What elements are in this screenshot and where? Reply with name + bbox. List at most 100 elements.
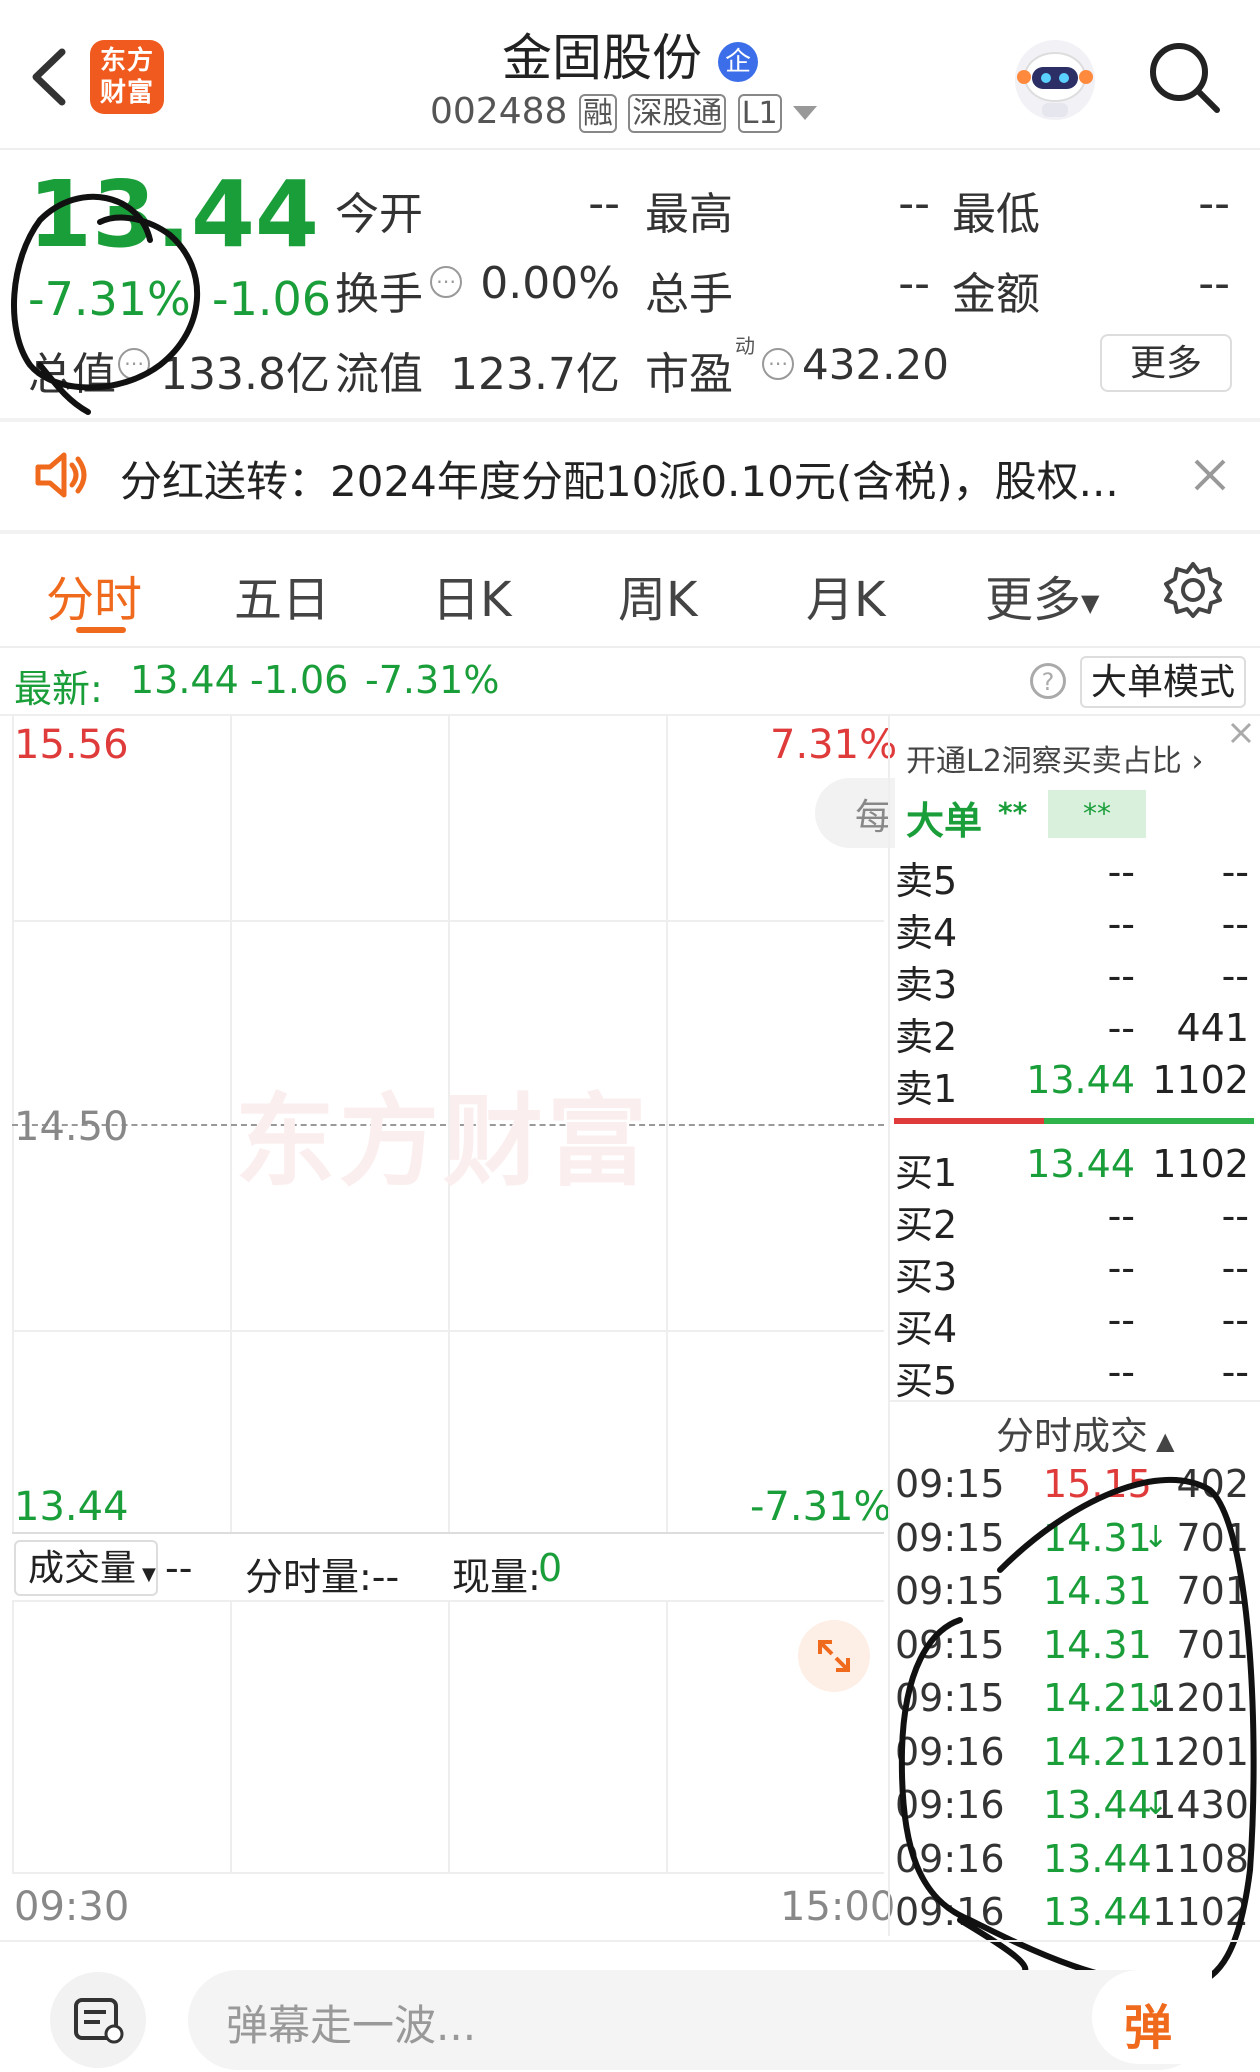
bid-label: 买4 [895, 1307, 958, 1351]
caret-down-icon: ▼ [1081, 589, 1100, 617]
ask-price: -- [1107, 902, 1135, 946]
ask-label: 卖2 [895, 1015, 958, 1059]
chevron-right-icon: › [1181, 744, 1204, 779]
tab-weekly-k[interactable]: 周K [618, 560, 697, 630]
danmu-placeholder: 弹幕走一波... [226, 2001, 477, 2050]
ask-volume: 1102 [1152, 1058, 1249, 1102]
danmu-input[interactable]: 弹幕走一波... [188, 1970, 1208, 2070]
low-label: 最低 [952, 189, 1040, 240]
float-value: 123.7亿 [450, 349, 620, 400]
close-promo-icon[interactable] [1226, 718, 1256, 748]
back-icon[interactable] [22, 42, 82, 112]
close-notice-icon[interactable] [1190, 455, 1230, 495]
ask-price: 13.44 [1026, 1058, 1135, 1102]
turnover-label: 换手 [335, 269, 423, 320]
expand-icon[interactable] [798, 1620, 870, 1692]
l2-promo-text: 开通L2洞察买卖占比 [906, 744, 1182, 779]
tab-more-label: 更多 [985, 572, 1082, 628]
speaker-icon [30, 445, 90, 505]
bid-price: -- [1107, 1246, 1135, 1290]
bid-volume: -- [1221, 1298, 1249, 1342]
pe-info-icon[interactable]: ⋯ [762, 348, 794, 380]
current-volume-value: 0 [538, 1546, 563, 1590]
tab-daily-k[interactable]: 日K [432, 560, 511, 630]
ask-row: 卖5 -- -- [895, 850, 1255, 903]
open-label: 今开 [335, 189, 423, 240]
help-icon[interactable]: ? [1030, 663, 1066, 699]
bid-ask-ratio-bar [894, 1118, 1254, 1124]
tab-five-day[interactable]: 五日 [234, 560, 330, 630]
ask-price: -- [1107, 1006, 1135, 1050]
tab-intraday[interactable]: 分时 [46, 560, 142, 630]
amount-label: 金额 [952, 269, 1040, 320]
tab-monthly-k[interactable]: 月K [806, 560, 885, 630]
volume-label: 总手 [645, 269, 733, 320]
bid-volume: -- [1221, 1194, 1249, 1238]
open-value: -- [588, 178, 620, 229]
volume-value: -- [898, 258, 930, 309]
big-order-value-2: ** [1048, 790, 1146, 838]
stock-code-row[interactable]: 002488 融 深股通 L1 [430, 88, 830, 133]
bid-label: 买5 [895, 1359, 958, 1403]
volume-value: -- [165, 1546, 193, 1590]
tab-active-indicator [76, 627, 126, 633]
danmu-send-label: 弹 [1124, 2000, 1173, 2056]
danmu-settings-icon[interactable] [50, 1972, 146, 2068]
app-logo-text: 东方财富 [99, 46, 154, 108]
bid-row: 买1 13.44 1102 [895, 1142, 1255, 1195]
bid-volume: -- [1221, 1246, 1249, 1290]
dropdown-icon[interactable] [793, 106, 818, 120]
bid-label: 买3 [895, 1255, 958, 1299]
l2-promo[interactable]: 开通L2洞察买卖占比 › [906, 736, 1203, 780]
big-order-label: 大单 [906, 799, 983, 843]
pe-label: 市盈 [645, 349, 733, 400]
stock-code: 002488 [430, 91, 568, 132]
bid-row: 买2 -- -- [895, 1194, 1255, 1247]
danmu-send-button[interactable]: 弹 [1092, 1970, 1212, 2064]
more-button[interactable]: 更多 [1100, 334, 1232, 392]
ask-row: 卖1 13.44 1102 [895, 1058, 1255, 1111]
notice-text[interactable]: 分红送转：2024年度分配10派0.10元(含税)，股权... [120, 448, 1119, 509]
big-order-value-1: ** [998, 796, 1028, 829]
latest-change: -1.06 [250, 658, 349, 702]
y-axis-bottom: 13.44 [14, 1484, 129, 1530]
bid-price: -- [1107, 1350, 1135, 1394]
tag-shengutong: 深股通 [628, 94, 727, 133]
bid-volume: 1102 [1152, 1142, 1249, 1186]
hand-drawn-circle-annotation [11, 193, 201, 415]
ask-row: 卖3 -- -- [895, 954, 1255, 1007]
volume-selector[interactable]: 成交量 ▼ [14, 1540, 158, 1596]
settings-gear-icon[interactable] [1163, 560, 1223, 620]
ask-label: 卖4 [895, 911, 958, 955]
time-axis-end: 15:00 [780, 1884, 896, 1930]
bid-price: -- [1107, 1194, 1135, 1238]
ask-label: 卖1 [895, 1067, 958, 1111]
robot-assistant-icon[interactable] [1010, 35, 1100, 125]
app-logo[interactable]: 东方财富 [90, 40, 164, 114]
high-label: 最高 [645, 189, 733, 240]
latest-label: 最新: [14, 667, 103, 711]
tag-l1: L1 [737, 94, 782, 133]
side-tab[interactable]: 每 [815, 778, 895, 848]
pe-superscript: 动 [735, 334, 755, 358]
y-axis-top: 15.56 [14, 722, 129, 768]
stock-title: 金固股份 企 [380, 18, 880, 87]
tab-more[interactable]: 更多▼ [985, 560, 1099, 630]
enterprise-badge: 企 [717, 41, 758, 82]
ask-volume: 441 [1176, 1006, 1249, 1050]
bid-volume: -- [1221, 1350, 1249, 1394]
ask-volume: -- [1221, 850, 1249, 894]
current-volume-label: 现量: [452, 1555, 541, 1599]
volume-chart [12, 1600, 884, 1874]
ask-label: 卖5 [895, 859, 958, 903]
pct-axis-bottom: -7.31% [750, 1484, 892, 1530]
turnover-value: 0.00% [480, 258, 620, 309]
y-axis-mid: 14.50 [14, 1104, 129, 1150]
big-order-mode-button[interactable]: 大单模式 [1080, 656, 1246, 708]
amount-value: -- [1198, 258, 1230, 309]
search-icon[interactable] [1145, 38, 1225, 118]
bid-row: 买3 -- -- [895, 1246, 1255, 1299]
bid-label: 买2 [895, 1203, 958, 1247]
turnover-info-icon[interactable]: ⋯ [430, 266, 462, 298]
pct-axis-top: 7.31% [770, 722, 898, 768]
